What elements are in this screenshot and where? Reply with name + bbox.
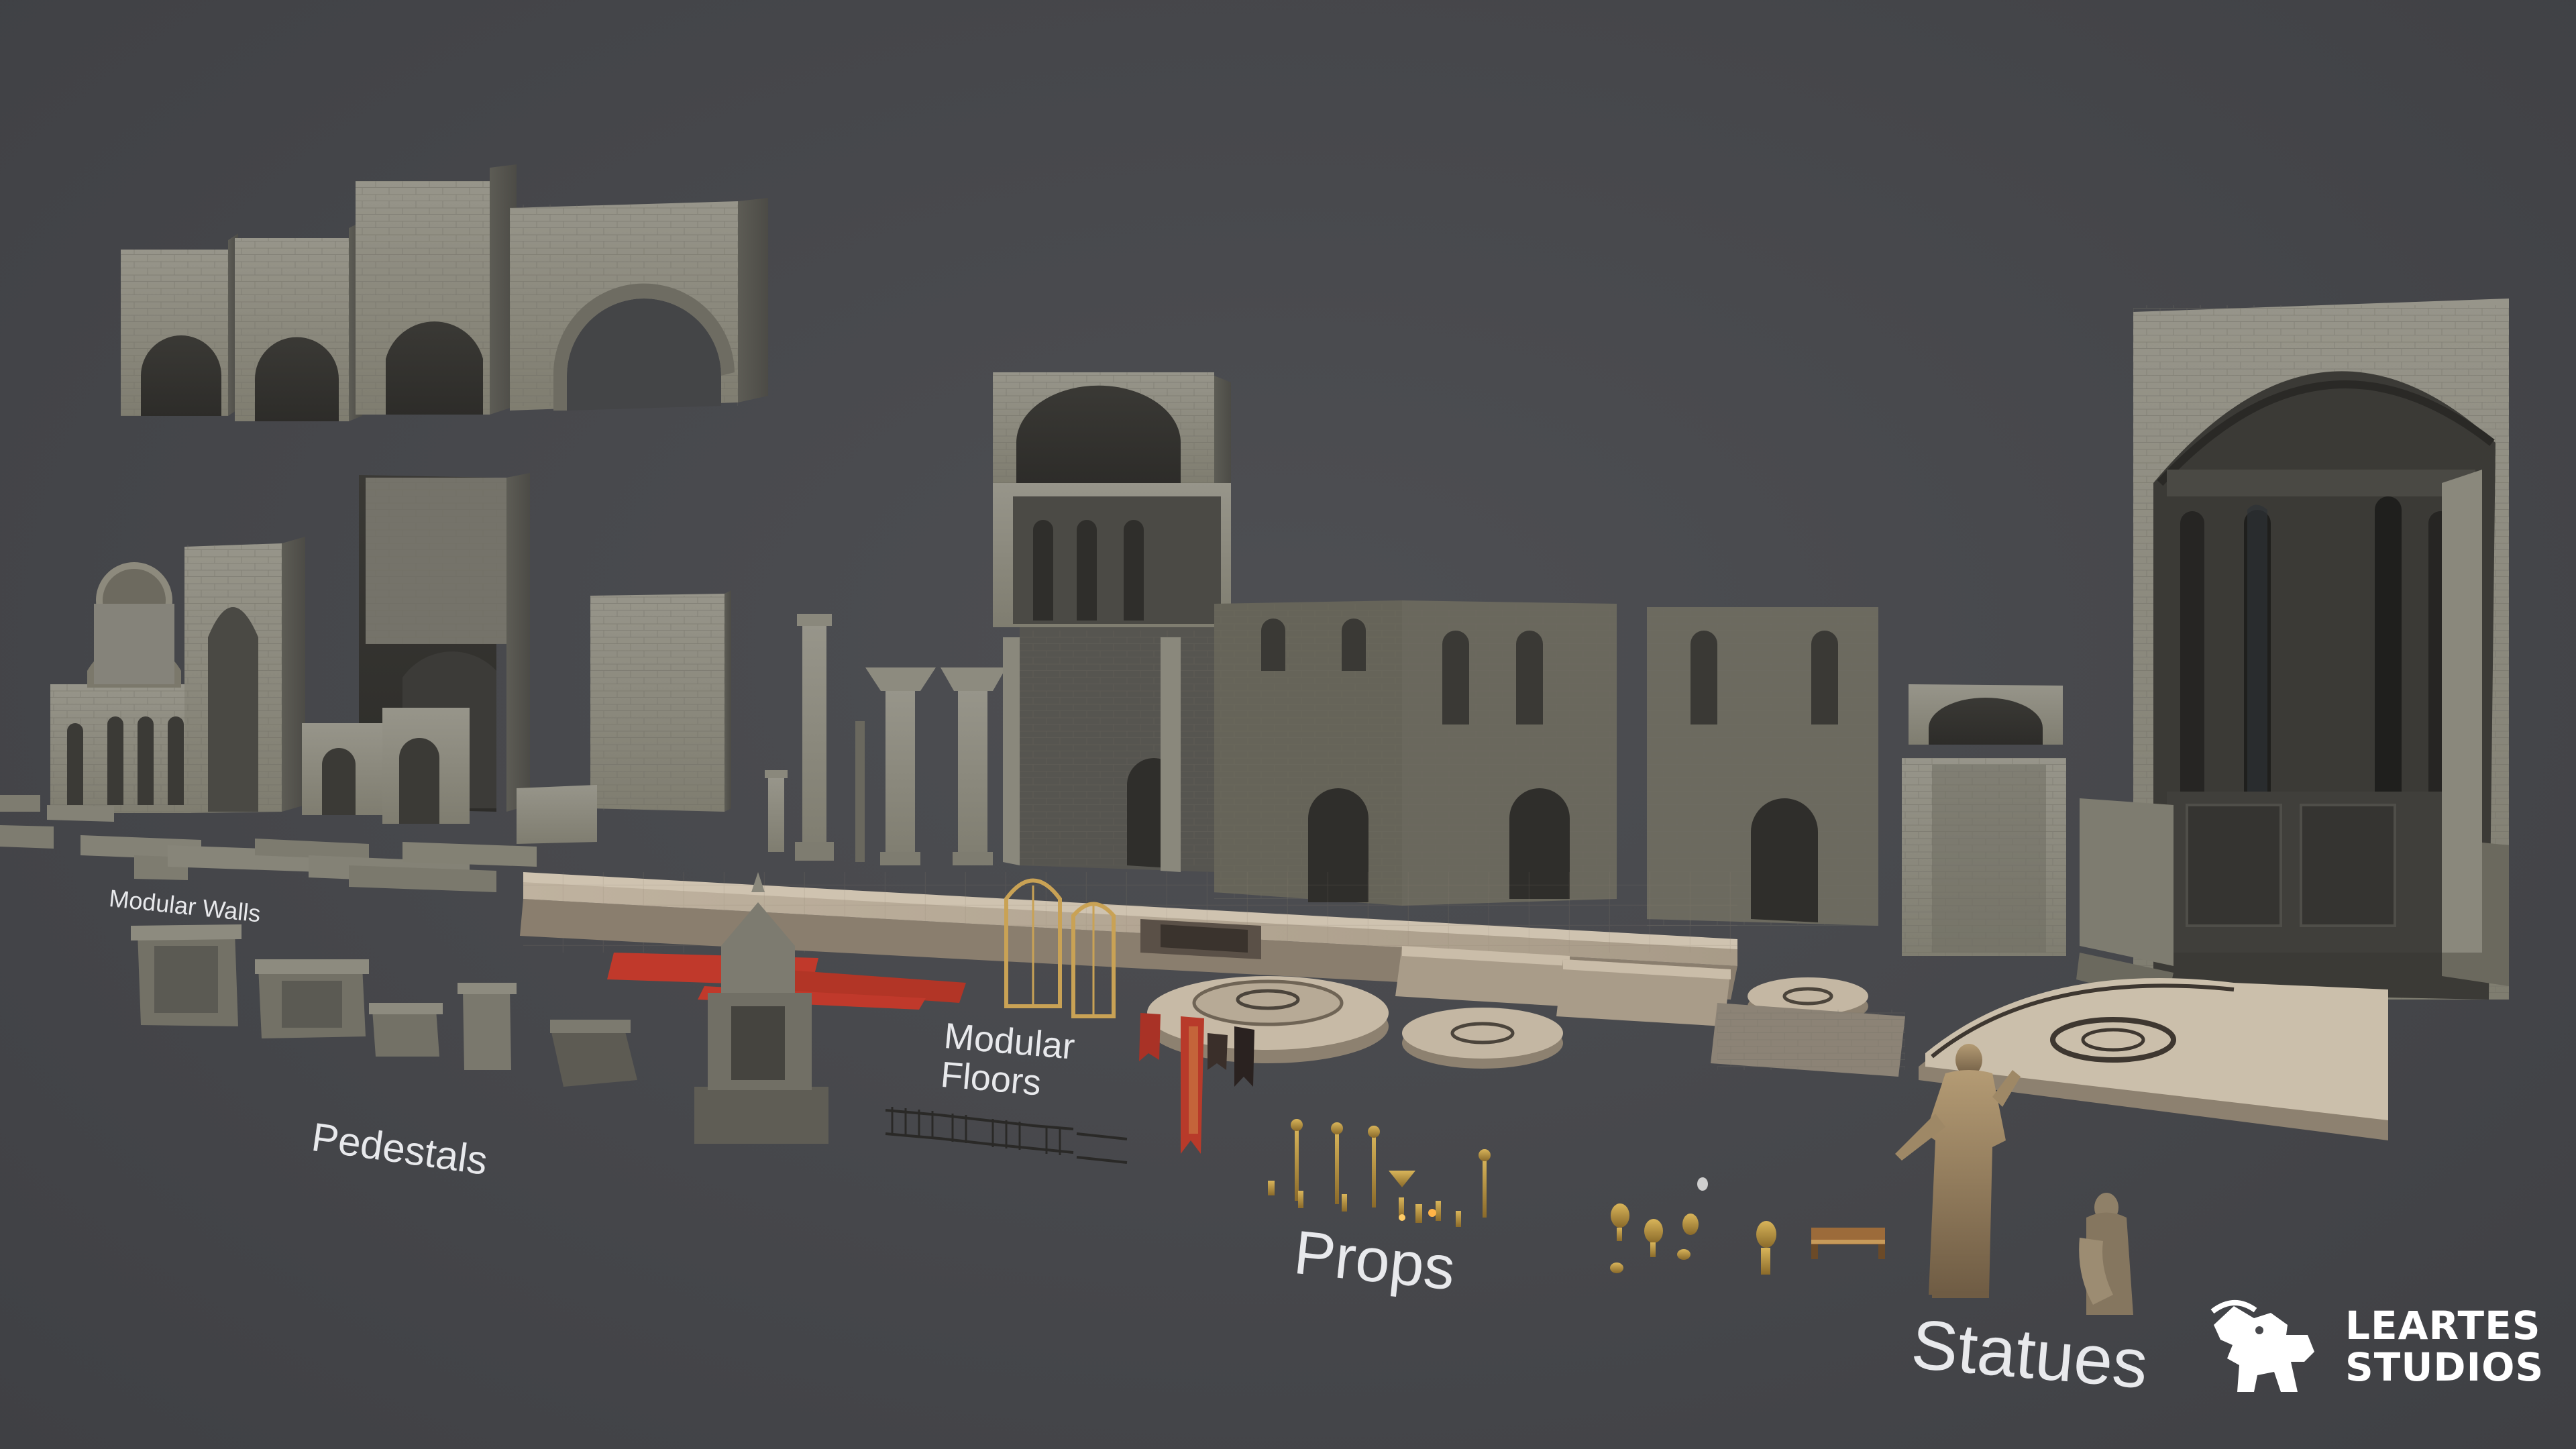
- label-modular-floors: Modular Floors: [939, 1016, 1077, 1106]
- apse-tower-module: [993, 372, 1231, 872]
- small-niche-module: [1902, 684, 2066, 956]
- viewport-canvas: Modular Walls Pedestals Modular Floors P…: [0, 0, 2576, 1449]
- large-apse-module: [2076, 299, 2509, 1003]
- logo-text-line2: STUDIOS: [2345, 1344, 2544, 1390]
- leartes-studios-logo: LEARTES STUDIOS: [2207, 1298, 2543, 1399]
- lion-icon: [2210, 1300, 2314, 1392]
- logo-text-line1: LEARTES: [2345, 1303, 2541, 1348]
- modular-wall-pieces: [0, 473, 731, 892]
- banners: [1139, 1013, 1254, 1154]
- fences: [885, 1107, 1128, 1164]
- bench: [1811, 1228, 1885, 1259]
- columns: [765, 614, 1006, 865]
- arch-wall-row: [121, 164, 768, 421]
- asset-showcase-scene: [0, 164, 2509, 1315]
